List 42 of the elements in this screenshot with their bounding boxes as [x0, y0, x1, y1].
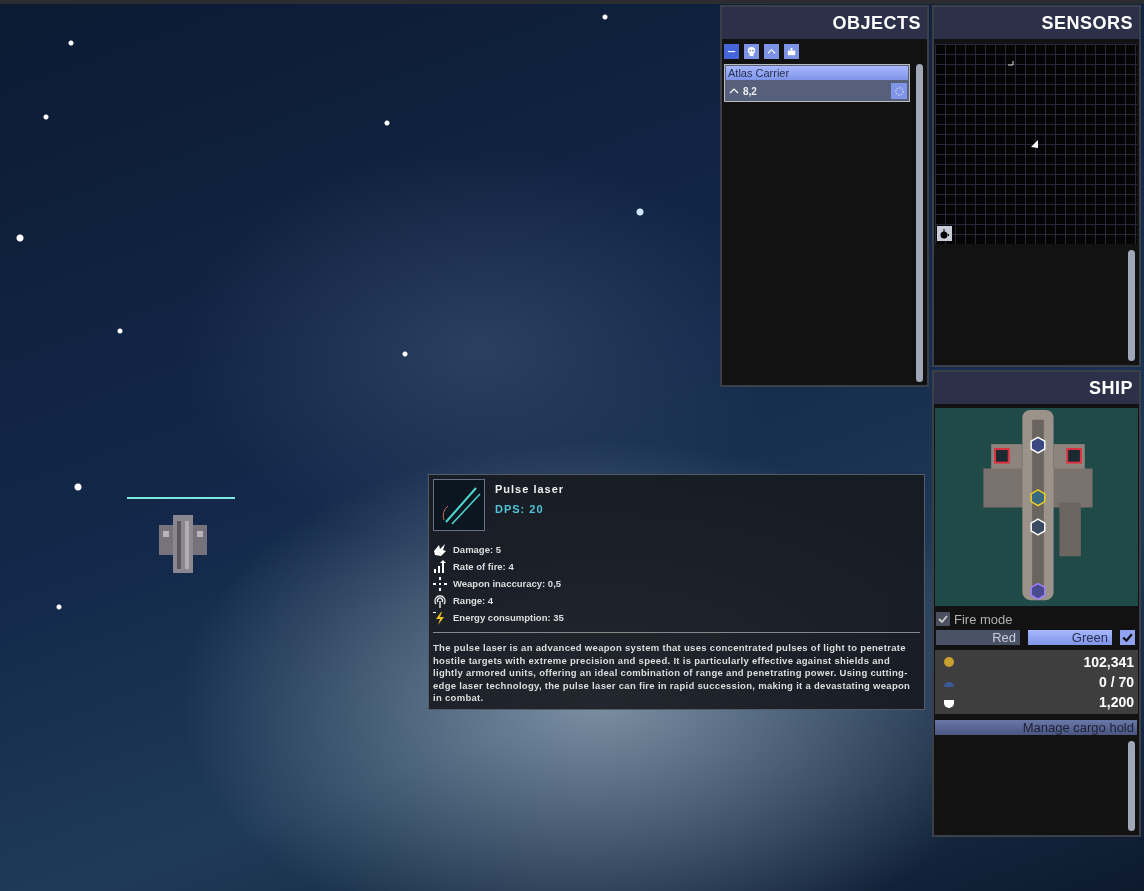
manage-cargo-button[interactable]: Manage cargo hold: [935, 720, 1137, 735]
bomb-icon[interactable]: [937, 226, 952, 241]
checkbox[interactable]: [1120, 630, 1135, 645]
laser-icon: [433, 479, 485, 531]
stat-value: 0 / 70: [1097, 674, 1134, 690]
object-distance: 8,2: [743, 85, 758, 97]
weapon-description: The pulse laser is an advanced weapon system that uses concentrated pulses of light to penetrate hostile targets with extreme precision and speed. It is particularly effective against shields and lightly armored units, offering an ideal combination of range and penetrating power. Using cutting-edge laser technology, the pulse laser can fire in rapid succession, making it a devastating weapon in combat.: [433, 642, 912, 705]
panel-title: SENSORS: [934, 7, 1139, 39]
scrollbar[interactable]: [916, 64, 923, 382]
mode-button[interactable]: Red: [936, 630, 1020, 645]
weapon-name: Pulse laser: [495, 483, 565, 495]
dps-value: DPS: 20: [495, 503, 545, 515]
fire-mode-label: Fire mode: [954, 611, 1013, 627]
signal-icon: [433, 593, 447, 608]
skull-icon[interactable]: [744, 44, 759, 59]
weapon-stat: Range: 4: [453, 595, 494, 606]
scrollbar[interactable]: [1128, 250, 1135, 361]
stat-value: 1,200: [1097, 694, 1134, 710]
scrollbar[interactable]: [1128, 741, 1135, 831]
ship-marker-icon: [1031, 140, 1039, 148]
target-button[interactable]: [891, 83, 907, 99]
checkbox[interactable]: [936, 612, 950, 626]
chevron-icon[interactable]: [764, 44, 779, 59]
object-name: Atlas Carrier: [726, 66, 908, 80]
crosshair-icon: [433, 576, 447, 591]
ship-icon[interactable]: [784, 44, 799, 59]
weapon-stat: Damage: 5: [453, 544, 502, 555]
object-list-item[interactable]: Atlas Carrier 8,2: [724, 64, 910, 102]
bars-arrow-icon: [433, 559, 447, 574]
panel-title: SHIP: [934, 372, 1139, 404]
weapon-stat: Weapon inaccuracy: 0,5: [453, 578, 562, 589]
minus-icon[interactable]: [724, 44, 739, 59]
chevron-icon: [729, 87, 739, 95]
panel-title: OBJECTS: [722, 7, 927, 39]
coin-icon: [943, 656, 955, 668]
weapon-stat: Energy consumption: 35: [453, 612, 564, 623]
lightning-icon: [433, 610, 447, 625]
mode-button[interactable]: Green: [1028, 630, 1112, 645]
dashed-circle-icon: [893, 85, 905, 97]
marker-icon: [1007, 60, 1015, 66]
stat-value: 102,341: [1082, 654, 1134, 670]
weapon-stat: Rate of fire: 4: [453, 561, 514, 572]
